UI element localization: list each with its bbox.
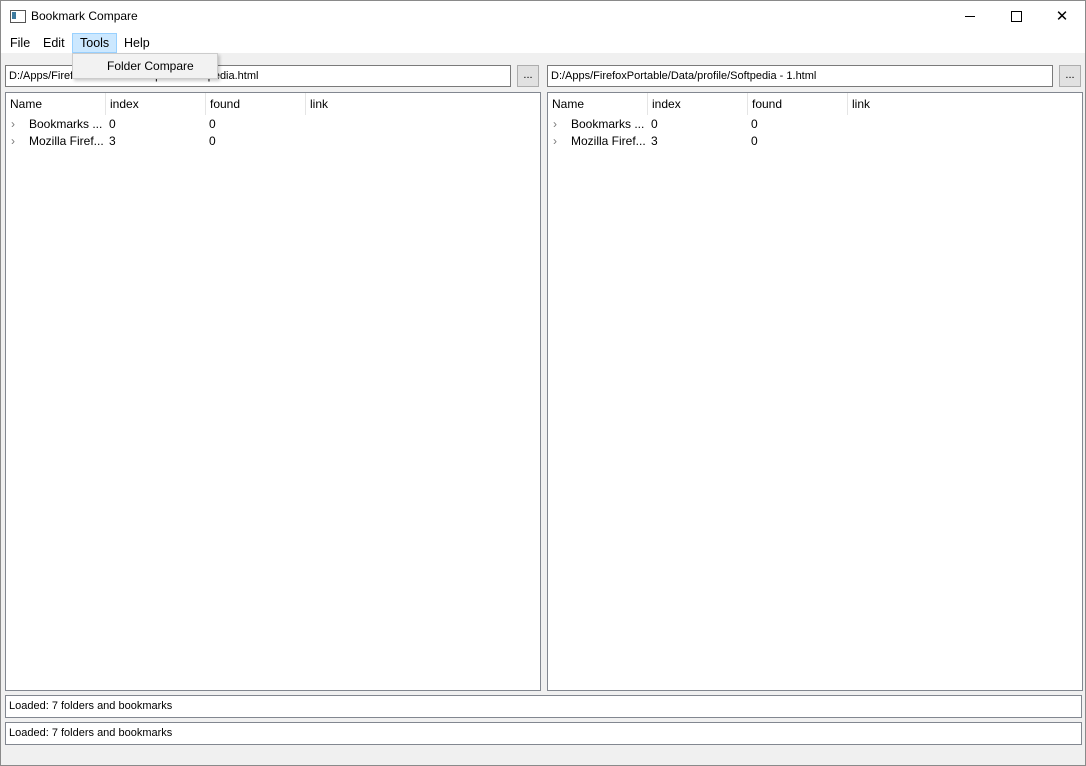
column-found-header[interactable]: found (748, 93, 848, 115)
menu-bar: File Edit Tools Help (1, 31, 1085, 53)
row-found: 0 (751, 117, 758, 131)
column-link-header[interactable]: link (848, 93, 948, 115)
menu-help[interactable]: Help (117, 33, 157, 53)
minimize-icon (965, 15, 975, 17)
row-name: Mozilla Firef... (571, 134, 646, 148)
row-name: Bookmarks ... (29, 117, 103, 131)
maximize-button[interactable] (993, 1, 1039, 31)
main-window: Bookmark Compare ✕ File Edit Tools Help … (0, 0, 1086, 766)
status-line-2: Loaded: 7 folders and bookmarks (5, 722, 1082, 745)
row-found: 0 (209, 134, 216, 148)
menu-tools[interactable]: Tools (72, 33, 118, 53)
tree-row[interactable]: › Mozilla Firef... 3 0 (548, 133, 1082, 150)
right-path-input[interactable]: D:/Apps/FirefoxPortable/Data/profile/Sof… (547, 65, 1053, 87)
left-browse-button[interactable]: ... (517, 65, 539, 87)
chevron-right-icon[interactable]: › (553, 116, 557, 133)
row-name: Mozilla Firef... (29, 134, 104, 148)
column-index-header[interactable]: index (106, 93, 206, 115)
column-name-header[interactable]: Name (6, 93, 106, 115)
column-name-header[interactable]: Name (548, 93, 648, 115)
row-found: 0 (209, 117, 216, 131)
status-line-1: Loaded: 7 folders and bookmarks (5, 695, 1082, 718)
row-index: 3 (651, 134, 658, 148)
tree-row[interactable]: › Mozilla Firef... 3 0 (6, 133, 540, 150)
chevron-right-icon[interactable]: › (11, 116, 15, 133)
menu-file[interactable]: File (3, 33, 37, 53)
column-found-header[interactable]: found (206, 93, 306, 115)
tree-row[interactable]: › Bookmarks ... 0 0 (548, 116, 1082, 133)
column-link-header[interactable]: link (306, 93, 406, 115)
menu-edit[interactable]: Edit (36, 33, 72, 53)
maximize-icon (1010, 10, 1022, 22)
row-index: 3 (109, 134, 116, 148)
chevron-right-icon[interactable]: › (553, 133, 557, 150)
right-tree[interactable]: Name index found link › Bookmarks ... 0 … (547, 92, 1083, 691)
app-icon (10, 10, 26, 23)
close-button[interactable]: ✕ (1039, 1, 1085, 31)
row-index: 0 (109, 117, 116, 131)
row-name: Bookmarks ... (571, 117, 645, 131)
tools-dropdown-menu: Folder Compare (72, 53, 218, 79)
close-icon: ✕ (1055, 7, 1069, 25)
row-found: 0 (751, 134, 758, 148)
minimize-button[interactable] (947, 1, 993, 31)
left-tree[interactable]: Name index found link › Bookmarks ... 0 … (5, 92, 541, 691)
column-index-header[interactable]: index (648, 93, 748, 115)
row-index: 0 (651, 117, 658, 131)
window-title: Bookmark Compare (31, 9, 138, 23)
tree-row[interactable]: › Bookmarks ... 0 0 (6, 116, 540, 133)
chevron-right-icon[interactable]: › (11, 133, 15, 150)
right-browse-button[interactable]: ... (1059, 65, 1081, 87)
title-bar: Bookmark Compare ✕ (1, 1, 1085, 31)
menu-item-folder-compare[interactable]: Folder Compare (107, 59, 194, 73)
